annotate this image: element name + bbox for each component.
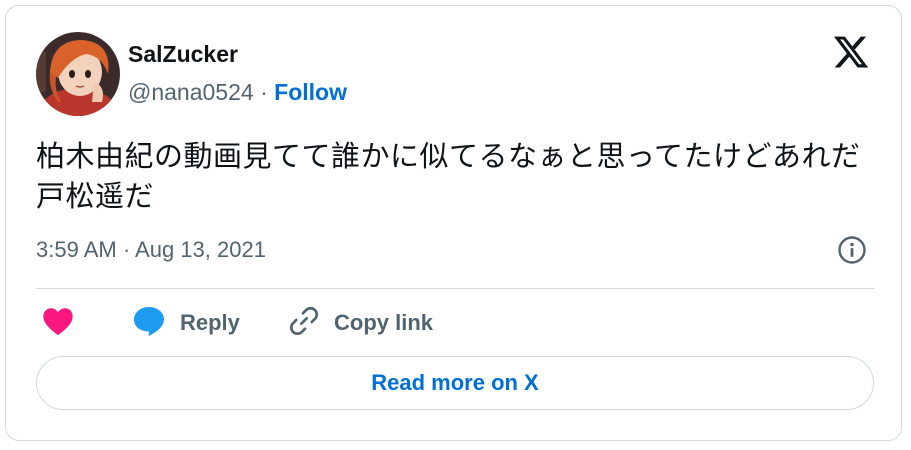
author-handle-row: @nana0524 · Follow bbox=[128, 78, 347, 106]
x-logo-icon[interactable] bbox=[832, 33, 870, 71]
avatar-image bbox=[36, 32, 120, 116]
handle-separator: · bbox=[253, 79, 275, 105]
follow-button[interactable]: Follow bbox=[274, 79, 347, 105]
author-display-name[interactable]: SalZucker bbox=[128, 40, 238, 68]
link-icon bbox=[288, 305, 320, 342]
copy-link-button[interactable]: Copy link bbox=[288, 306, 433, 340]
author-handle[interactable]: @nana0524 bbox=[128, 79, 254, 105]
speech-bubble-icon bbox=[132, 305, 166, 342]
info-icon[interactable] bbox=[837, 235, 867, 265]
like-button[interactable] bbox=[42, 306, 74, 340]
tweet-text: 柏木由紀の動画見てて誰かに似てるなぁと思ってたけどあれだ 戸松遥だ bbox=[36, 139, 891, 213]
read-more-button[interactable]: Read more on X bbox=[36, 356, 874, 410]
divider bbox=[36, 288, 874, 289]
tweet-card: SalZucker @nana0524 · Follow 柏木由紀の動画見てて誰… bbox=[5, 5, 902, 441]
tweet-timestamp[interactable]: 3:59 AM · Aug 13, 2021 bbox=[36, 236, 266, 264]
copy-link-label: Copy link bbox=[334, 310, 434, 335]
heart-icon bbox=[42, 306, 74, 341]
reply-button[interactable]: Reply bbox=[132, 306, 240, 340]
reply-label: Reply bbox=[180, 310, 240, 335]
avatar[interactable] bbox=[36, 32, 120, 116]
